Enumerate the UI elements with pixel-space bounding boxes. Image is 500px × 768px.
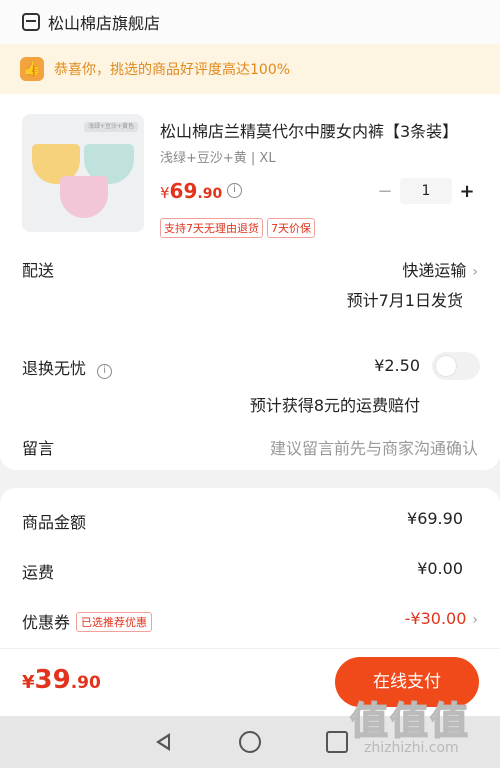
- price-protect-badge: 7天价保: [267, 218, 315, 238]
- return-insurance-price: ¥2.50: [374, 356, 420, 375]
- coupon-value[interactable]: -¥30.00 ›: [405, 609, 478, 628]
- rating-tip-bar: 👍 恭喜你，挑选的商品好评度高达100%: [0, 44, 500, 94]
- shop-header[interactable]: 松山棉店旗舰店: [0, 0, 500, 44]
- shop-name[interactable]: 松山棉店旗舰店: [48, 10, 160, 34]
- watermark-url: zhizhizhi.com: [364, 740, 459, 756]
- coupon-label-text: 优惠券: [22, 613, 71, 632]
- coupon-label: 优惠券 已选推荐优惠: [22, 609, 153, 633]
- recent-apps-icon[interactable]: [325, 731, 348, 753]
- home-icon[interactable]: [238, 731, 261, 753]
- coupon-value-text: -¥30.00: [404, 609, 467, 628]
- price-currency: ¥: [160, 184, 170, 202]
- return-badge: 支持7天无理由退货: [160, 218, 263, 238]
- message-label: 留言: [22, 439, 55, 458]
- return-insurance-label: 退换无忧 i: [22, 355, 113, 379]
- message-input[interactable]: 建议留言前先与商家沟通确认: [270, 435, 478, 459]
- quantity-minus-button[interactable]: −: [374, 181, 396, 202]
- price-decimal: .90: [197, 186, 223, 202]
- quantity-plus-button[interactable]: +: [456, 181, 478, 202]
- watermark: 值值值 zhizhizhi.com: [349, 690, 471, 756]
- return-insurance-toggle[interactable]: [432, 352, 480, 380]
- return-insurance-text: 退换无忧: [22, 359, 87, 378]
- coupon-tag: 已选推荐优惠: [76, 612, 153, 632]
- pay-total-integer: 39: [34, 665, 71, 695]
- shipping-label: 运费: [22, 563, 55, 582]
- chevron-right-icon: ›: [472, 612, 478, 628]
- back-icon[interactable]: [152, 731, 174, 753]
- product-price: ¥69.90: [160, 179, 222, 203]
- delivery-estimate: 预计7月1日发货: [346, 291, 463, 310]
- price-info-icon[interactable]: i: [227, 183, 242, 198]
- thumbs-up-icon: 👍: [20, 57, 44, 81]
- service-badges: 支持7天无理由退货 7天价保: [160, 218, 315, 238]
- pink-brief-shape: [60, 176, 108, 218]
- info-icon[interactable]: i: [97, 364, 113, 379]
- product-sku[interactable]: 浅绿+豆沙+黄 | XL: [160, 147, 276, 166]
- quantity-stepper: − 1 +: [374, 178, 478, 204]
- chevron-right-icon: ›: [472, 264, 478, 280]
- price-integer: 69: [169, 179, 198, 203]
- toggle-knob: [436, 356, 456, 376]
- goods-amount-label: 商品金额: [22, 513, 87, 532]
- delivery-method-text: 快递运输: [402, 261, 467, 280]
- store-icon: [22, 13, 40, 31]
- pay-total: ¥39.90: [22, 665, 101, 695]
- watermark-logo: 值值值: [349, 698, 471, 744]
- product-image-strip: 浅绿+豆沙+黄色: [84, 122, 138, 132]
- delivery-label: 配送: [22, 261, 55, 280]
- pay-total-currency: ¥: [22, 672, 35, 693]
- return-insurance-note: 预计获得8元的运费赔付: [249, 396, 420, 415]
- rating-tip-text: 恭喜你，挑选的商品好评度高达100%: [54, 62, 291, 78]
- quantity-input[interactable]: 1: [400, 178, 452, 204]
- pay-total-decimal: .90: [70, 673, 101, 693]
- goods-amount-value: ¥69.90: [407, 509, 463, 528]
- delivery-method[interactable]: 快递运输 ›: [402, 257, 478, 281]
- product-title[interactable]: 松山棉店兰精莫代尔中腰女内裤【3条装】: [160, 118, 480, 142]
- shipping-value: ¥0.00: [417, 559, 463, 578]
- product-image[interactable]: 浅绿+豆沙+黄色: [22, 114, 144, 232]
